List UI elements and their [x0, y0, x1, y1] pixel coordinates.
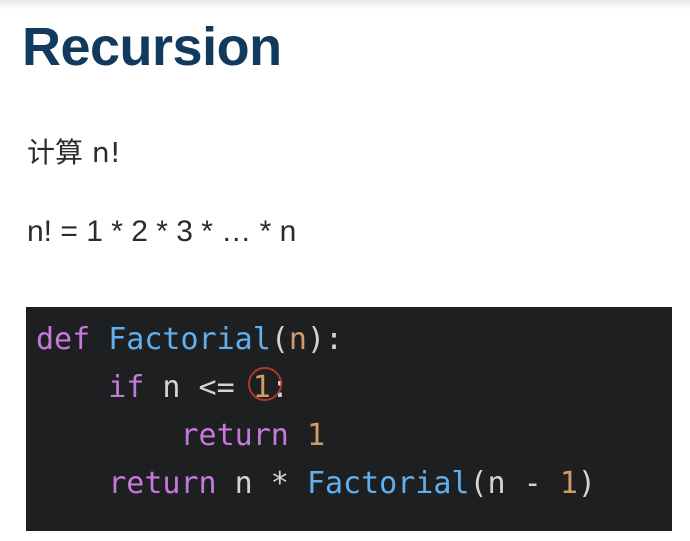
slide-title: Recursion [22, 17, 282, 77]
code-number: 1 [306, 418, 325, 453]
slide: Recursion 计算 n! n! = 1 * 2 * 3 * … * n d… [0, 0, 690, 541]
code-line: def Factorial(n): [36, 316, 672, 364]
code-line: return 1 [36, 412, 672, 460]
code-line: if n <= 1: [36, 364, 672, 412]
code-param: n [288, 322, 307, 357]
code-keyword: if [108, 370, 145, 405]
code-punct: ): [306, 322, 344, 357]
code-punct: ) [577, 466, 596, 501]
code-keyword: return [108, 466, 217, 501]
formula-text: n! = 1 * 2 * 3 * … * n [27, 215, 297, 248]
code-punct: ( [270, 322, 289, 357]
code-punct: : [270, 370, 289, 405]
code-line: return n * Factorial(n - 1) [36, 460, 672, 508]
code-keyword: return [180, 418, 289, 453]
code-function-name: Factorial [108, 322, 271, 357]
code-number: 1 [252, 370, 271, 405]
code-block: def Factorial(n): if n <= 1: return 1 re… [26, 307, 672, 531]
code-expression: n <= [144, 370, 253, 405]
code-expression: n * [216, 466, 307, 501]
code-number: 1 [559, 466, 578, 501]
code-function-name: Factorial [306, 466, 470, 501]
code-expression: (n - [469, 466, 560, 501]
code-keyword: def [36, 322, 91, 357]
task-text: 计算 n! [27, 136, 121, 169]
